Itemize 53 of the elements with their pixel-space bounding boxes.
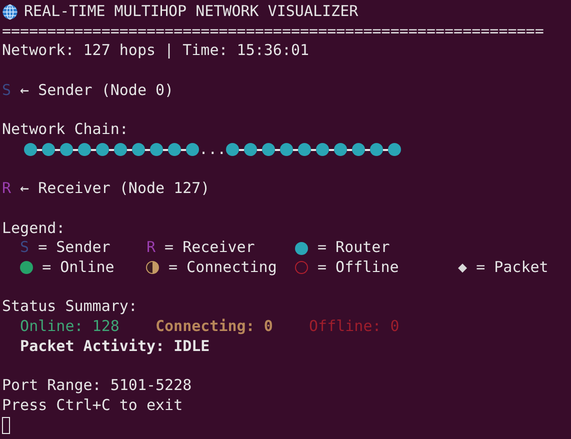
online-count: Online: 128 <box>20 317 120 337</box>
router-dot-icon <box>24 143 38 156</box>
router-dot-icon <box>150 143 164 156</box>
router-dot-icon <box>352 143 366 156</box>
globe-icon <box>2 4 18 20</box>
network-info: Network: 127 hops | Time: 15:36:01 <box>2 41 310 62</box>
legend-label: = Connecting <box>168 258 277 278</box>
router-dot-icon <box>262 143 276 156</box>
receiver-symbol: R <box>2 179 12 199</box>
legend-label: = Sender <box>38 238 110 258</box>
router-dot-icon <box>132 143 146 156</box>
offline-count: Offline: 0 <box>309 317 400 337</box>
legend-label: = Packet <box>476 258 548 278</box>
receiver-label: ← Receiver (Node 127) <box>20 179 210 199</box>
router-dot-icon <box>298 143 312 156</box>
legend-label: = Receiver <box>164 238 255 258</box>
ellipsis: ... <box>199 140 226 160</box>
status-heading: Status Summary: <box>2 297 138 317</box>
router-dot-icon <box>78 143 92 156</box>
port-range: Port Range: 5101-5228 <box>2 376 193 396</box>
sender-symbol: S <box>20 238 30 258</box>
half-circle-icon <box>146 261 160 274</box>
router-dot-icon <box>388 143 402 156</box>
router-dot-icon <box>226 143 240 156</box>
legend-label: = Offline <box>317 258 399 278</box>
chain-heading: Network Chain: <box>2 120 130 140</box>
legend-label: = Router <box>317 238 390 258</box>
packet-activity: Packet Activity: IDLE <box>20 336 210 356</box>
router-dot-icon <box>60 143 74 156</box>
legend-heading: Legend: <box>2 218 66 238</box>
router-dot-icon <box>295 242 308 255</box>
sender-label: ← Sender (Node 0) <box>20 80 174 100</box>
router-dot-icon <box>316 143 330 156</box>
sender-symbol: S <box>2 80 12 100</box>
terminal-cursor <box>2 416 10 434</box>
legend-label: = Online <box>42 258 114 278</box>
exit-hint: Press Ctrl+C to exit <box>2 396 184 416</box>
app-title: REAL-TIME MULTIHOP NETWORK VISUALIZER <box>24 2 358 22</box>
router-dot-icon <box>42 143 56 156</box>
router-dot-icon <box>96 143 110 156</box>
online-dot-icon <box>20 261 34 274</box>
router-dot-icon <box>168 143 182 156</box>
diamond-icon: ◆ <box>458 258 468 278</box>
connecting-count: Connecting: 0 <box>156 317 273 337</box>
router-dot-icon <box>370 143 384 156</box>
receiver-symbol: R <box>146 238 156 258</box>
router-dot-icon <box>280 143 294 156</box>
hollow-circle-icon <box>295 261 308 274</box>
router-dot-icon <box>244 143 258 156</box>
router-dot-icon <box>334 143 348 156</box>
router-dot-icon <box>186 143 200 156</box>
router-dot-icon <box>114 143 128 156</box>
divider-rule: ============================================================ <box>2 22 545 42</box>
